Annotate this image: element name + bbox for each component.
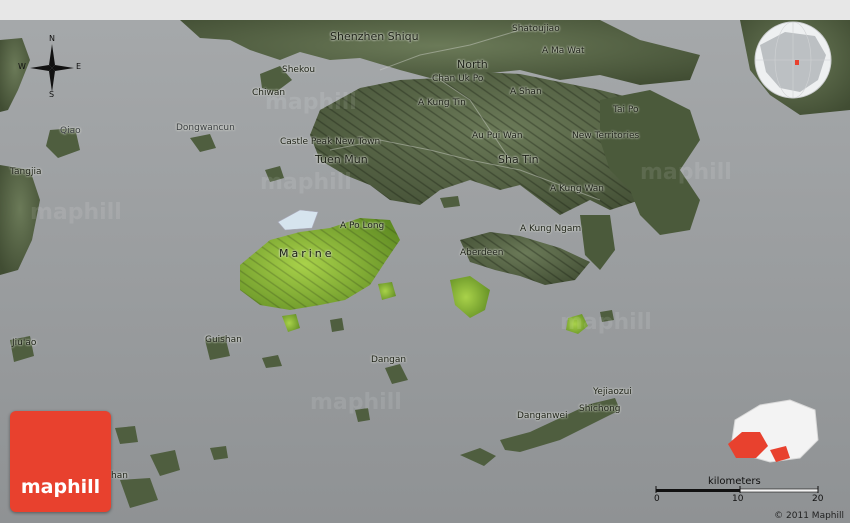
- compass-west: W: [18, 62, 26, 71]
- compass-east: E: [76, 62, 82, 71]
- place-label[interactable]: Chan Uk Po: [432, 74, 483, 84]
- watermark: maphill: [310, 390, 402, 415]
- compass-rose: N S E W: [18, 34, 90, 99]
- place-label[interactable]: A Kung Tin: [418, 98, 466, 108]
- place-label[interactable]: A Kung Wan: [550, 184, 604, 194]
- place-label[interactable]: Tai Po: [613, 105, 639, 115]
- place-label[interactable]: Danganwei: [517, 411, 567, 421]
- place-label[interactable]: Aberdeen: [460, 248, 503, 258]
- place-label[interactable]: Marine: [279, 247, 335, 260]
- watermark: maphill: [30, 200, 122, 225]
- place-label[interactable]: North: [457, 58, 488, 71]
- place-label[interactable]: New Territories: [572, 131, 639, 141]
- place-label[interactable]: Qiao: [60, 126, 81, 136]
- terrain-layer: [0, 0, 850, 523]
- compass-north: N: [49, 34, 55, 43]
- place-label[interactable]: Shichong: [579, 404, 621, 414]
- place-label[interactable]: Jiu'ao: [12, 338, 36, 348]
- place-label[interactable]: Castle Peak New Town: [280, 137, 380, 147]
- place-label[interactable]: A Shan: [510, 87, 542, 97]
- watermark: maphill: [640, 160, 732, 185]
- place-label[interactable]: Shekou: [282, 65, 315, 75]
- scale-tick: 0: [654, 494, 660, 504]
- place-label[interactable]: Dangan: [371, 355, 406, 365]
- place-label[interactable]: Chiwan: [252, 88, 285, 98]
- place-label[interactable]: Sha Tin: [498, 153, 539, 166]
- maphill-logo[interactable]: maphill: [10, 411, 111, 512]
- place-label[interactable]: Dongwancun: [176, 123, 235, 133]
- place-label[interactable]: Guishan: [205, 335, 242, 345]
- globe-locator: [754, 21, 832, 99]
- place-label[interactable]: Shatoujiao: [512, 24, 560, 34]
- place-label[interactable]: A Ma Wat: [542, 46, 585, 56]
- logo-text: maphill: [20, 476, 101, 498]
- place-label[interactable]: A Kung Ngam: [520, 224, 581, 234]
- place-label[interactable]: Yejiaozui: [593, 387, 632, 397]
- scale-bar: kilometers 0 10 20: [652, 476, 832, 506]
- place-label[interactable]: A Po Long: [340, 221, 384, 231]
- watermark: maphill: [560, 310, 652, 335]
- place-label[interactable]: Shenzhen Shiqu: [330, 30, 419, 43]
- copyright-text: © 2011 Maphill: [774, 511, 844, 521]
- compass-south: S: [49, 90, 55, 99]
- place-label[interactable]: Au Pui Wan: [472, 131, 523, 141]
- scale-tick: 10: [732, 494, 744, 504]
- place-label[interactable]: Tuen Mun: [315, 153, 368, 166]
- watermark: maphill: [260, 170, 352, 195]
- scale-tick: 20: [812, 494, 824, 504]
- place-label[interactable]: han: [111, 471, 128, 481]
- place-label[interactable]: Tangjia: [10, 167, 41, 177]
- map-canvas[interactable]: maphill maphill maphill maphill maphill …: [0, 0, 850, 523]
